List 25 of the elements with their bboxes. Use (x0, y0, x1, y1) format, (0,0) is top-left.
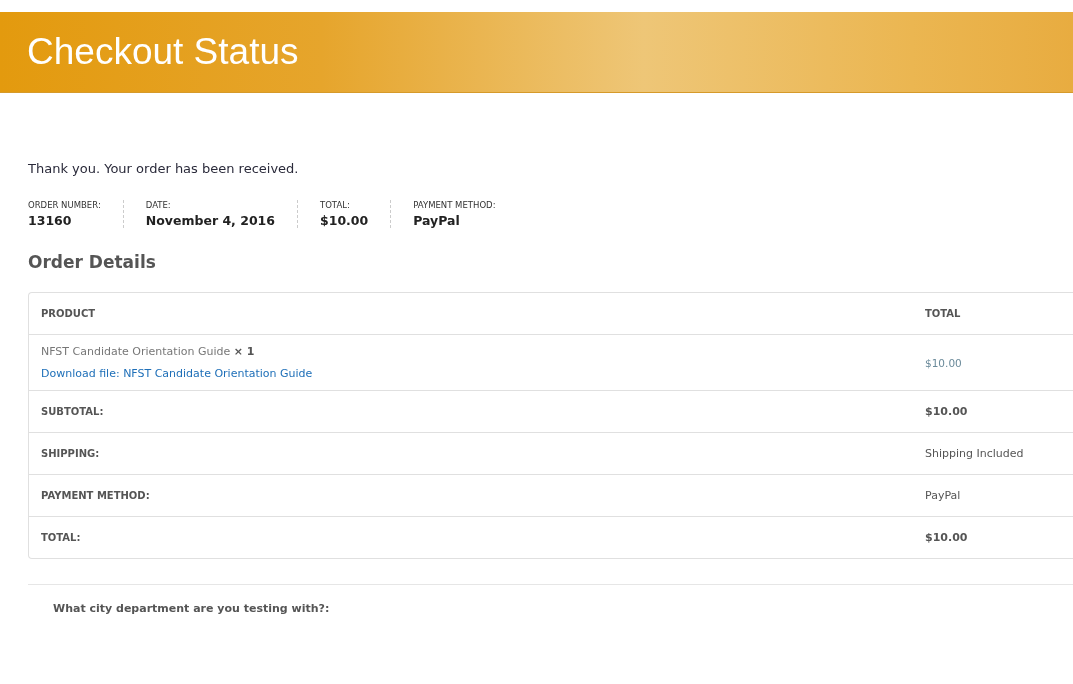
overview-value: 13160 (28, 213, 73, 228)
totals-value: Shipping Included (924, 447, 1025, 460)
totals-label: SHIPPING: (40, 448, 101, 459)
totals-label: TOTAL: (40, 532, 82, 543)
custom-field-label: What city department are you testing with?: (53, 602, 330, 615)
order-details-heading: Order Details (28, 252, 157, 272)
download-link[interactable]: Download file: NFST Candidate Orientation Guide (41, 367, 901, 380)
product-total: $10.00 (924, 356, 963, 369)
overview-label: ORDER NUMBER: (28, 200, 101, 210)
column-header: TOTAL (924, 308, 962, 319)
overview-value: PayPal (413, 213, 461, 228)
overview-value: $10.00 (320, 213, 369, 228)
overview-label: PAYMENT METHOD: (413, 200, 496, 210)
column-header: PRODUCT (40, 308, 97, 319)
order-received-message: Thank you. Your order has been received. (28, 161, 300, 176)
totals-value: $10.00 (924, 405, 969, 418)
overview-label: TOTAL: (320, 200, 351, 210)
overview-label: DATE: (145, 200, 172, 210)
totals-label: SUBTOTAL: (40, 406, 105, 417)
totals-value: $10.00 (924, 531, 969, 544)
overview-value: November 4, 2016 (145, 213, 275, 228)
product-name: NFST Candidate Orientation Guide × 1 (41, 345, 256, 358)
totals-value: PayPal (924, 489, 962, 502)
totals-label: PAYMENT METHOD: (40, 490, 151, 501)
page-title: Checkout Status (27, 31, 299, 73)
